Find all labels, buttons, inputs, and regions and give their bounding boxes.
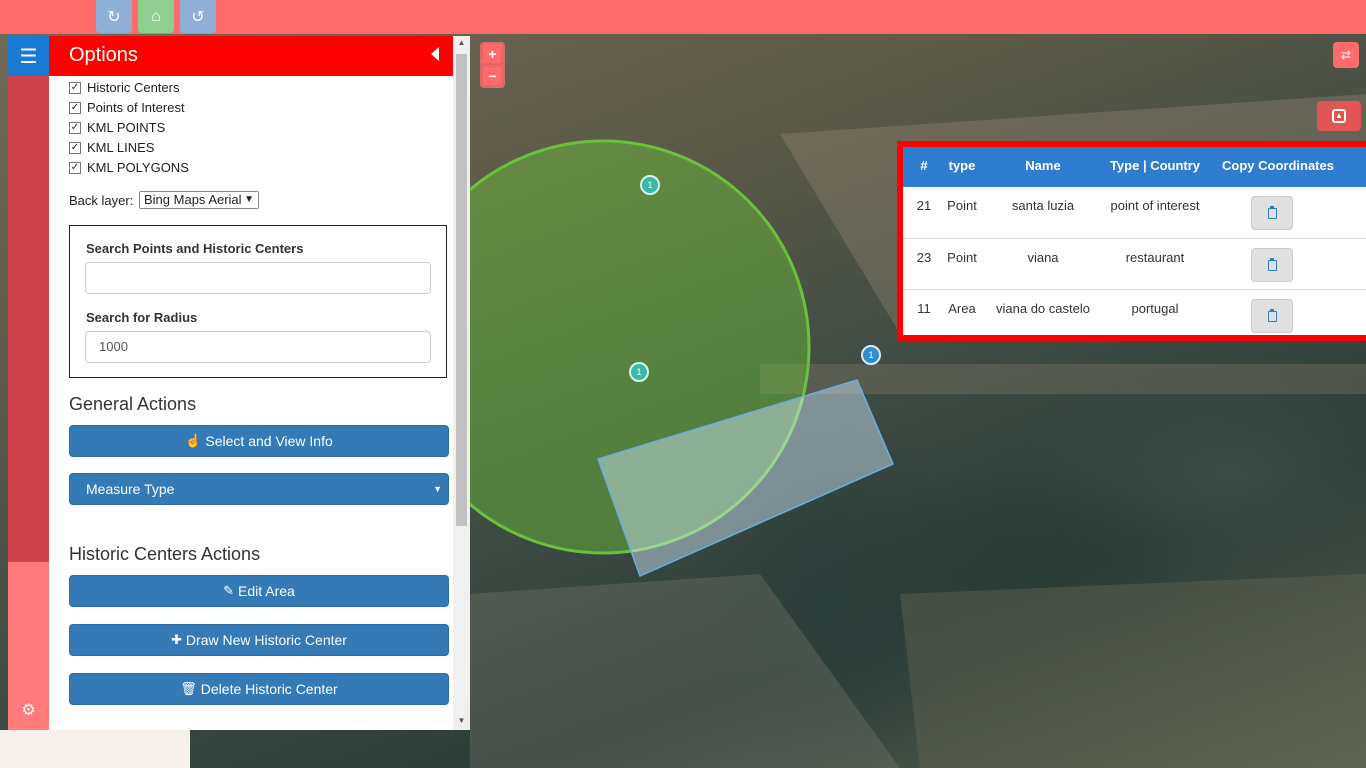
layer-toggle-kml-points[interactable]: ✓ KML POINTS (69, 120, 165, 135)
undo-icon: ↺ (191, 8, 205, 26)
draw-new-label: Draw New Historic Center (185, 632, 347, 648)
checkbox-icon[interactable]: ✓ (69, 121, 81, 134)
delete-historic-center-button[interactable]: 🗑 Delete Historic Center (69, 673, 449, 705)
scroll-down-arrow-icon[interactable]: ▼ (456, 716, 467, 725)
clipboard-icon (1267, 205, 1277, 219)
checkbox-icon[interactable]: ✓ (69, 101, 81, 114)
undo-button[interactable]: ↺ (180, 0, 216, 33)
refresh-icon: ↻ (107, 8, 121, 26)
delete-center-label: Delete Historic Center (200, 681, 338, 697)
search-points-label: Search Points and Historic Centers (86, 241, 304, 256)
collapse-caret-icon[interactable] (431, 47, 439, 61)
table-row: 21 Point santa luzia point of interest (903, 187, 1366, 238)
cell-id: 21 (916, 198, 932, 213)
cell-type: Area (948, 301, 976, 316)
cell-type: Point (947, 250, 977, 265)
cell-type-country: restaurant (1125, 250, 1185, 265)
home-button[interactable]: ⌂ (138, 0, 174, 33)
layer-label: KML POINTS (87, 120, 166, 135)
layer-toggle-historic-centers[interactable]: ✓ Historic Centers (69, 80, 179, 95)
select-view-info-button[interactable]: ☝ Select and View Info (69, 425, 449, 457)
cell-name: viana (1027, 250, 1059, 265)
chevron-up-icon: ▲ (1332, 109, 1346, 123)
search-radius-input[interactable]: 1000 (85, 331, 431, 363)
zoom-out-button[interactable]: − (483, 66, 502, 85)
search-points-input[interactable] (85, 262, 431, 294)
results-header: # type Name Type | Country Copy Coordina… (903, 147, 1366, 187)
col-header-id: # (920, 158, 928, 173)
plus-icon: ✚ (171, 632, 182, 647)
results-table: # type Name Type | Country Copy Coordina… (897, 141, 1366, 341)
settings-button[interactable]: ⚙ (8, 698, 49, 722)
select-view-info-label: Select and View Info (205, 433, 333, 449)
col-header-type: type (948, 158, 976, 173)
layer-label: KML POLYGONS (87, 160, 189, 175)
checkbox-icon[interactable]: ✓ (69, 141, 81, 154)
col-header-type-country: Type | Country (1109, 158, 1201, 173)
copy-coordinates-button[interactable] (1251, 196, 1293, 230)
table-row: 11 Area viana do castelo portugal (903, 289, 1366, 341)
back-layer-value: Bing Maps Aerial (144, 192, 242, 207)
map-attribution-area (0, 730, 190, 768)
trash-icon: 🗑 (180, 681, 197, 696)
swap-arrows-icon: ⇄ (1340, 48, 1352, 62)
layer-label: Historic Centers (87, 80, 180, 95)
clipboard-icon (1267, 257, 1277, 271)
hamburger-icon: ☰ (19, 45, 38, 68)
cluster-marker[interactable]: 1 (861, 345, 881, 365)
menu-button[interactable]: ☰ (8, 36, 49, 76)
table-row: 23 Point viana restaurant (903, 238, 1366, 290)
pencil-icon: ✎ (223, 583, 235, 598)
hand-pointer-icon: ☝ (185, 433, 202, 448)
collapse-results-button[interactable]: ▲ (1317, 101, 1361, 131)
cell-type-country: portugal (1131, 301, 1179, 316)
checkbox-icon[interactable]: ✓ (69, 81, 81, 94)
scrollbar-thumb[interactable] (456, 54, 467, 526)
zoom-in-button[interactable]: + (483, 44, 502, 63)
panel-title: Options (69, 44, 138, 66)
cluster-marker[interactable]: 1 (629, 362, 649, 382)
dropdown-caret-icon: ▼ (244, 194, 254, 205)
edit-area-button[interactable]: ✎ Edit Area (69, 575, 449, 607)
draw-new-historic-center-button[interactable]: ✚ Draw New Historic Center (69, 624, 449, 656)
clipboard-icon (1267, 308, 1277, 322)
measure-type-select[interactable]: Measure Type ▼ (69, 473, 449, 505)
dropdown-caret-icon: ▼ (433, 484, 442, 494)
layer-label: Points of Interest (87, 100, 185, 115)
back-layer-select[interactable]: Bing Maps Aerial ▼ (139, 191, 259, 209)
layer-toggle-kml-lines[interactable]: ✓ KML LINES (69, 140, 154, 155)
cell-id: 23 (916, 250, 932, 265)
edit-area-label: Edit Area (238, 583, 295, 599)
cell-type: Point (947, 198, 977, 213)
historic-actions-title: Historic Centers Actions (69, 544, 261, 564)
options-header: Options (49, 36, 453, 76)
cell-name: santa luzia (1011, 198, 1075, 213)
layer-toggle-kml-polygons[interactable]: ✓ KML POLYGONS (69, 160, 189, 175)
checkbox-icon[interactable]: ✓ (69, 161, 81, 174)
cluster-marker[interactable]: 1 (640, 175, 660, 195)
home-icon: ⌂ (151, 7, 161, 25)
copy-coordinates-button[interactable] (1251, 248, 1293, 282)
measure-type-label: Measure Type (86, 481, 175, 497)
scroll-up-arrow-icon[interactable]: ▲ (456, 38, 467, 47)
layer-label: KML LINES (87, 140, 155, 155)
cell-id: 11 (917, 301, 931, 316)
back-layer-label: Back layer: (69, 193, 134, 208)
layer-toggle-points-of-interest[interactable]: ✓ Points of Interest (69, 100, 185, 115)
cell-name: viana do castelo (996, 301, 1090, 316)
col-header-name: Name (1025, 158, 1061, 173)
col-header-copy: Copy Coordinates (1222, 158, 1334, 173)
refresh-button[interactable]: ↻ (96, 0, 132, 33)
swap-arrows-button[interactable]: ⇄ (1333, 42, 1359, 68)
search-radius-label: Search for Radius (86, 310, 198, 325)
cell-type-country: point of interest (1110, 198, 1200, 213)
copy-coordinates-button[interactable] (1251, 299, 1293, 333)
gear-icon: ⚙ (21, 702, 36, 719)
general-actions-title: General Actions (69, 394, 197, 414)
